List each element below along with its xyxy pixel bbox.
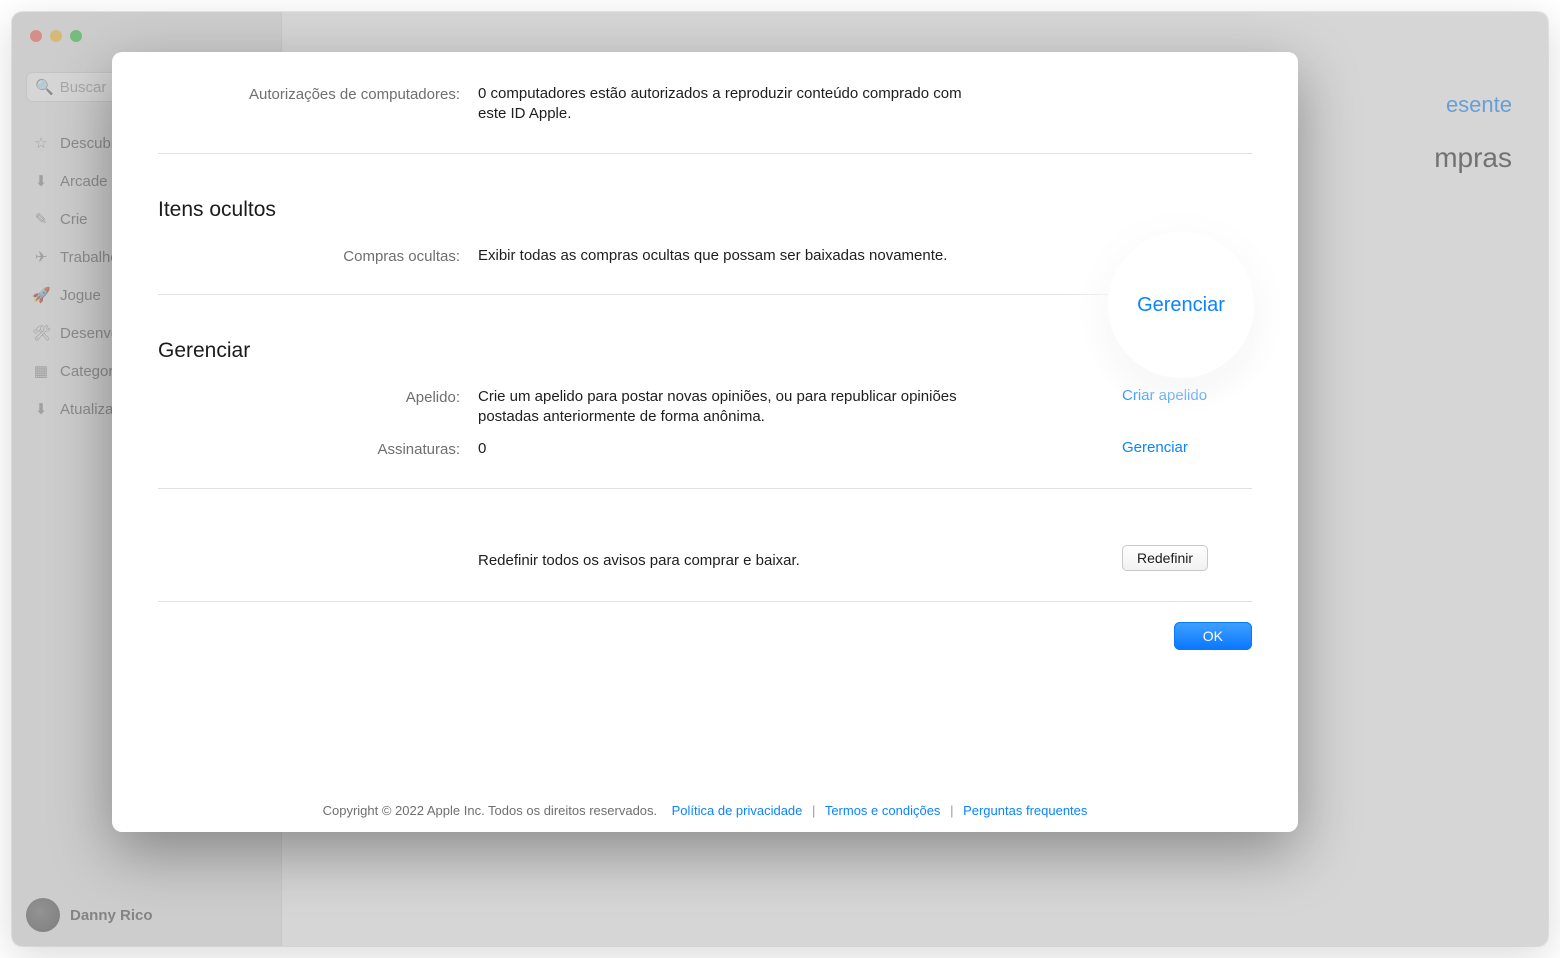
- hidden-purchases-value: Exibir todas as compras ocultas que poss…: [478, 246, 1122, 266]
- subscriptions-value: 0: [478, 439, 1122, 459]
- ok-button[interactable]: OK: [1174, 622, 1252, 650]
- reset-button[interactable]: Redefinir: [1122, 545, 1208, 571]
- app-window: 🔍 Buscar ☆Descubra ⬇Arcade ✎Crie ✈Trabal…: [12, 12, 1548, 946]
- manage-hidden-purchases-link[interactable]: Gerenciar: [1137, 294, 1225, 317]
- subscriptions-label: Assinaturas:: [158, 439, 478, 458]
- account-settings-sheet: Autorizações de computadores: 0 computad…: [112, 52, 1298, 832]
- nickname-row: Apelido: Crie um apelido para postar nov…: [158, 385, 1252, 430]
- hidden-purchases-row: Compras ocultas: Exibir todas as compras…: [158, 244, 1252, 268]
- nickname-label: Apelido:: [158, 387, 478, 406]
- hidden-purchases-label: Compras ocultas:: [158, 246, 478, 265]
- manage-subscriptions-link[interactable]: Gerenciar: [1122, 439, 1188, 456]
- footer: Copyright © 2022 Apple Inc. Todos os dir…: [112, 803, 1298, 818]
- authorizations-value: 0 computadores estão autorizados a repro…: [478, 84, 1122, 125]
- authorizations-label: Autorizações de computadores:: [158, 84, 478, 103]
- faq-link[interactable]: Perguntas frequentes: [963, 803, 1087, 818]
- nickname-value: Crie um apelido para postar novas opiniõ…: [478, 387, 1122, 428]
- privacy-link[interactable]: Política de privacidade: [672, 803, 803, 818]
- manage-section-title: Gerenciar: [158, 295, 1252, 385]
- highlight-callout: Gerenciar: [1108, 232, 1254, 378]
- authorizations-row: Autorizações de computadores: 0 computad…: [158, 82, 1252, 127]
- reset-warnings-row: Redefinir todos os avisos para comprar e…: [158, 489, 1252, 575]
- reset-warnings-text: Redefinir todos os avisos para comprar e…: [478, 545, 1122, 571]
- subscriptions-row: Assinaturas: 0 Gerenciar: [158, 429, 1252, 461]
- footer-copyright: Copyright © 2022 Apple Inc. Todos os dir…: [323, 803, 658, 818]
- create-nickname-link[interactable]: Criar apelido: [1122, 387, 1207, 404]
- terms-link[interactable]: Termos e condições: [825, 803, 941, 818]
- hidden-items-section-title: Itens ocultos: [158, 154, 1252, 244]
- ok-row: OK: [158, 602, 1252, 646]
